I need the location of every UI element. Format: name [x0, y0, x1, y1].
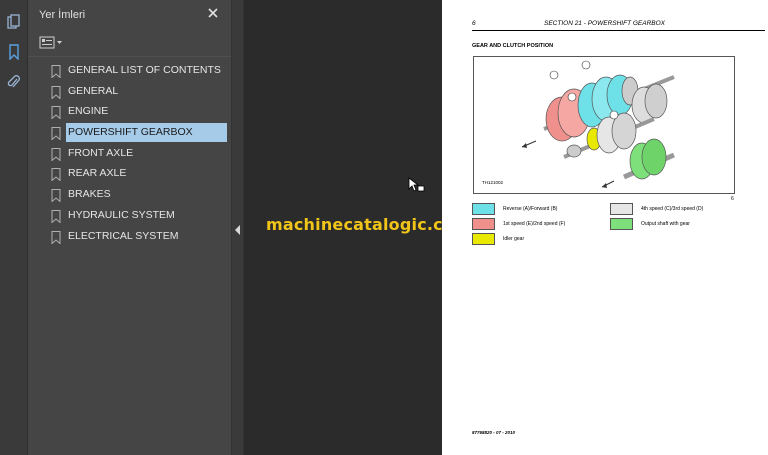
close-icon[interactable]: [206, 6, 220, 20]
bookmark-label: ENGINE: [68, 105, 109, 118]
gearbox-figure: TH121002: [473, 56, 735, 194]
bookmark-icon[interactable]: [4, 42, 24, 62]
legend-label: Output shaft with gear: [641, 221, 690, 227]
bookmarks-panel: Yer İmleri GENERAL LIST OF CONTENTS GENE…: [28, 0, 231, 455]
watermark: machinecatalogic.com: [266, 215, 471, 234]
page-footer: 87768820 - 07 - 2010: [472, 430, 516, 435]
bookmark-label: ELECTRICAL SYSTEM: [68, 229, 179, 242]
legend-swatch: [610, 203, 633, 215]
page-header: 6 SECTION 21 - POWERSHIFT GEARBOX: [472, 20, 765, 30]
legend-label: Idler gear: [503, 236, 525, 242]
bookmark-flag-icon: [51, 209, 61, 223]
attachment-icon[interactable]: [4, 72, 24, 92]
bookmark-label: FRONT AXLE: [68, 146, 134, 159]
bookmark-label: HYDRAULIC SYSTEM: [68, 208, 175, 221]
legend-swatch: [472, 218, 495, 230]
bookmark-flag-icon: [51, 189, 61, 203]
figure-code: TH121002: [482, 180, 504, 185]
bookmark-flag-icon: [51, 106, 61, 120]
navigation-rail: [0, 0, 28, 455]
bookmark-label: REAR AXLE: [68, 167, 127, 180]
panel-splitter[interactable]: [231, 0, 244, 455]
panel-title: Yer İmleri: [39, 9, 86, 21]
bookmark-label: POWERSHIFT GEARBOX: [66, 123, 227, 143]
pdf-viewer: Yer İmleri GENERAL LIST OF CONTENTS GENE…: [0, 0, 768, 455]
bookmark-flag-icon: [51, 147, 61, 161]
bookmark-flag-icon: [51, 230, 61, 244]
collapse-arrow-icon[interactable]: [235, 225, 241, 235]
bookmark-label: GENERAL: [68, 84, 119, 97]
figure-reference: 6: [731, 196, 734, 202]
gearbox-illustration: [521, 60, 676, 188]
bookmark-general-list-of-contents[interactable]: GENERAL LIST OF CONTENTS: [46, 61, 227, 82]
section-title: SECTION 21 - POWERSHIFT GEARBOX: [544, 20, 665, 27]
legend-label: 4th speed (C)/3rd speed (D): [641, 206, 704, 212]
bookmark-brakes[interactable]: BRAKES: [46, 185, 227, 206]
bookmark-engine[interactable]: ENGINE: [46, 102, 227, 123]
legend-swatch: [610, 218, 633, 230]
page-number: 6: [472, 20, 476, 27]
figure-caption: GEAR AND CLUTCH POSITION: [472, 43, 554, 49]
bookmark-front-axle[interactable]: FRONT AXLE: [46, 144, 227, 165]
panel-divider: [28, 56, 231, 57]
bookmark-flag-icon: [51, 65, 61, 78]
bookmark-label: GENERAL LIST OF CONTENTS: [68, 64, 221, 76]
bookmark-electrical-system[interactable]: ELECTRICAL SYSTEM: [46, 227, 227, 248]
bookmark-flag-icon: [51, 85, 61, 99]
bookmark-list: GENERAL LIST OF CONTENTS GENERAL ENGINE …: [46, 61, 227, 247]
bookmark-flag-icon: [51, 127, 61, 141]
list-options-icon[interactable]: [39, 35, 65, 51]
bookmark-powershift-gearbox[interactable]: POWERSHIFT GEARBOX: [46, 123, 227, 144]
bookmark-flag-icon: [51, 168, 61, 182]
bookmark-hydraulic-system[interactable]: HYDRAULIC SYSTEM: [46, 206, 227, 227]
bookmark-general[interactable]: GENERAL: [46, 82, 227, 103]
header-rule: [472, 30, 765, 31]
pdf-page: 6 SECTION 21 - POWERSHIFT GEARBOX GEAR A…: [442, 0, 768, 455]
legend-swatch: [472, 233, 495, 245]
legend-label: 1st speed (E)/2nd speed (F): [503, 221, 566, 227]
pages-icon[interactable]: [4, 12, 24, 32]
legend-swatch: [472, 203, 495, 215]
legend-label: Reverse (A)/Forward (B): [503, 206, 558, 212]
bookmark-rear-axle[interactable]: REAR AXLE: [46, 164, 227, 185]
bookmark-label: BRAKES: [68, 188, 111, 201]
cursor-icon: [408, 177, 425, 192]
